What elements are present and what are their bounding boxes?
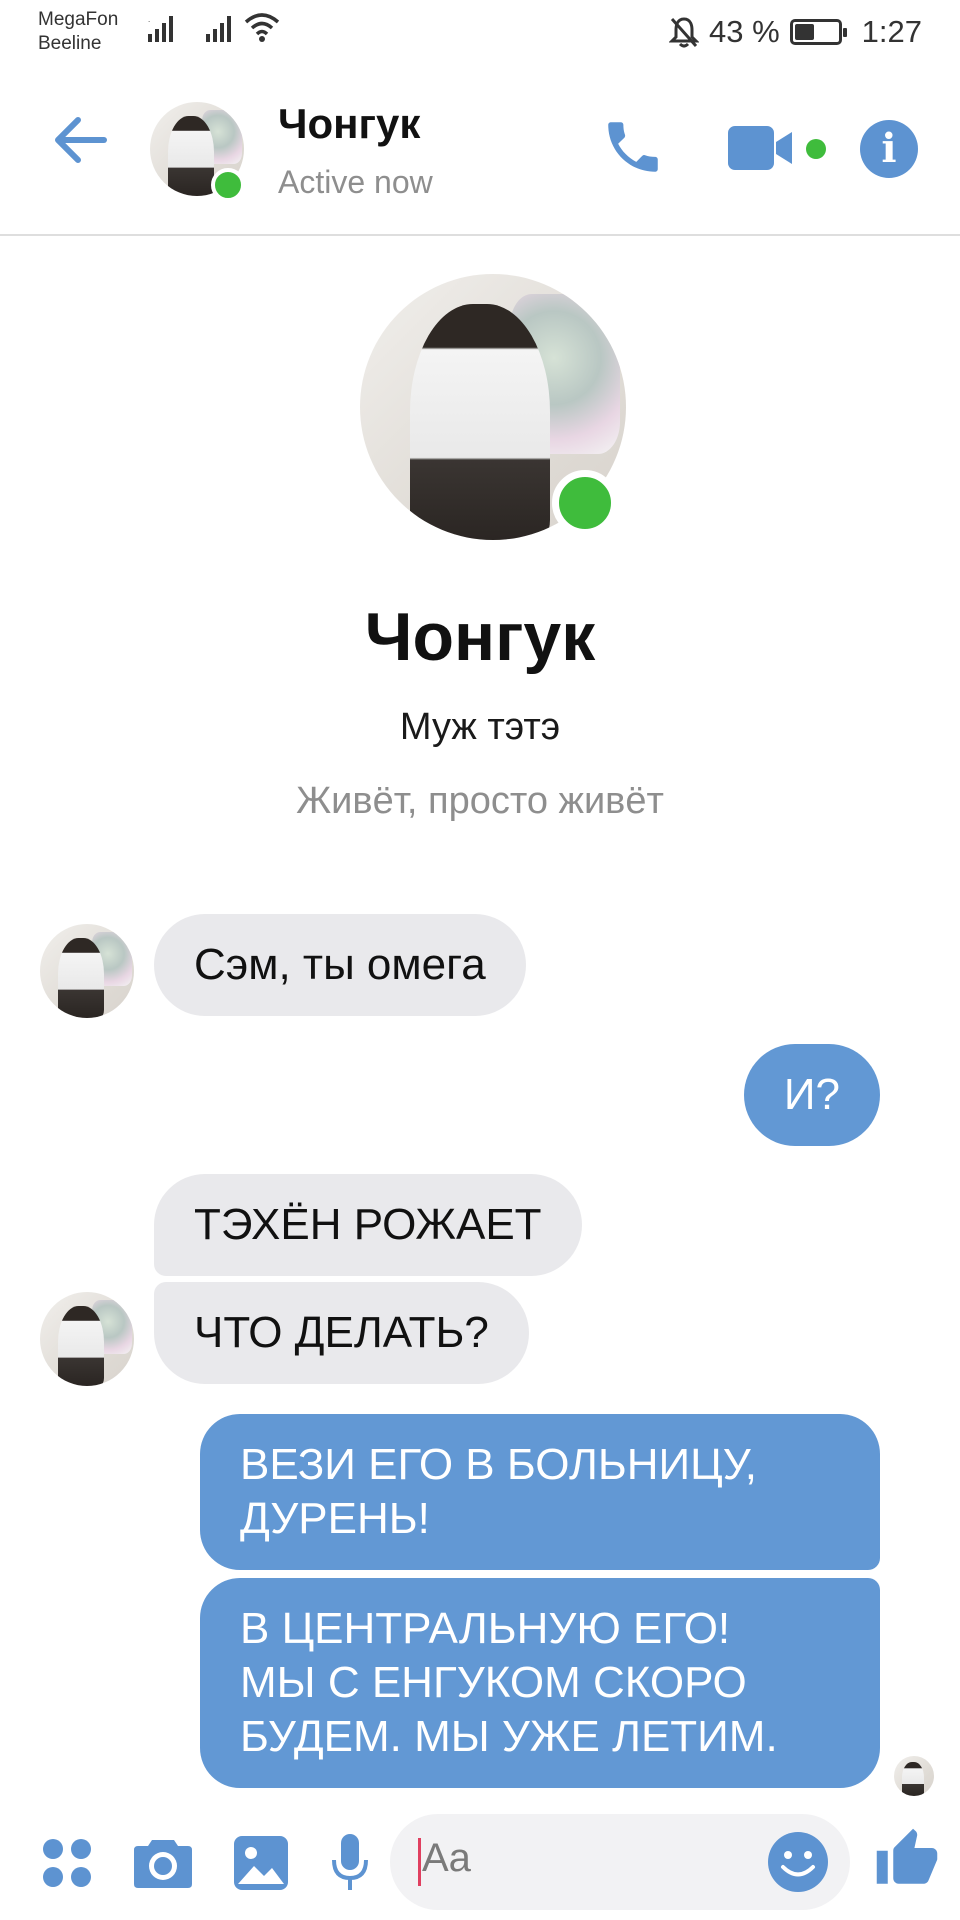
message-text-line: МЫ С ЕНГУКОМ СКОРО <box>240 1658 747 1707</box>
message-text-line: ДУРЕНЬ! <box>240 1494 430 1543</box>
back-arrow-icon[interactable] <box>52 116 108 164</box>
profile-online-indicator <box>552 470 618 536</box>
online-indicator <box>211 168 245 202</box>
signal-icon <box>206 16 231 42</box>
sender-avatar[interactable] <box>40 924 134 1018</box>
profile-about: Живёт, просто живёт <box>296 780 664 822</box>
camera-icon[interactable] <box>132 1836 194 1890</box>
phone-icon[interactable] <box>600 114 666 180</box>
emoji-icon[interactable] <box>766 1830 830 1894</box>
status-right: 43 % 1:27 <box>668 12 922 52</box>
message-text: ЧТО ДЕЛАТЬ? <box>194 1308 489 1357</box>
status-bar: MegaFon Beeline . 43 % 1:27 <box>0 0 960 64</box>
message-composer: Aa <box>0 1806 960 1920</box>
svg-text:.: . <box>148 15 150 24</box>
message-input-placeholder: Aa <box>422 1836 471 1880</box>
message-text-line: В ЦЕНТРАЛЬНУЮ ЕГО! <box>240 1604 731 1653</box>
message-text-line: БУДЕМ. МЫ УЖЕ ЛЕТИМ. <box>240 1712 778 1761</box>
message-bubble-incoming[interactable]: Сэм, ты омега <box>154 914 526 1016</box>
message-text: ТЭХЁН РОЖАЕТ <box>194 1200 542 1249</box>
battery-level <box>794 24 815 40</box>
microphone-icon[interactable] <box>330 1832 370 1894</box>
presence-status: Active now <box>278 164 433 200</box>
carrier-megafon: MegaFon <box>38 9 119 30</box>
message-text: Сэм, ты омега <box>194 940 486 989</box>
message-bubble-incoming[interactable]: ЧТО ДЕЛАТЬ? <box>154 1282 529 1384</box>
video-online-dot <box>806 139 826 159</box>
battery-icon <box>789 19 847 45</box>
carrier-beeline: Beeline <box>38 33 102 54</box>
mute-bell-icon <box>668 17 699 48</box>
carrier-names: MegaFon Beeline <box>38 8 118 56</box>
seen-receipt-avatar <box>894 1756 934 1796</box>
signal-icon: . <box>148 15 173 42</box>
profile-name: Чонгук <box>364 599 596 675</box>
message-bubble-outgoing[interactable]: И? <box>743 1044 880 1146</box>
conversation-header: Чонгук Active now i <box>0 64 960 236</box>
gallery-icon[interactable] <box>232 1834 290 1892</box>
apps-icon[interactable] <box>40 1836 94 1890</box>
message-text-line: ВЕЗИ ЕГО В БОЛЬНИЦУ, <box>240 1440 758 1489</box>
message-bubble-outgoing[interactable]: В ЦЕНТРАЛЬНУЮ ЕГО! МЫ С ЕНГУКОМ СКОРО БУ… <box>200 1578 880 1788</box>
sender-avatar[interactable] <box>40 1292 134 1386</box>
profile-subtitle: Муж тэтэ <box>399 706 561 748</box>
message-bubble-incoming[interactable]: ТЭХЁН РОЖАЕТ <box>154 1174 582 1276</box>
contact-name[interactable]: Чонгук <box>278 100 420 148</box>
message-bubble-outgoing[interactable]: ВЕЗИ ЕГО В БОЛЬНИЦУ, ДУРЕНЬ! <box>200 1414 880 1570</box>
video-camera-icon[interactable] <box>726 120 796 176</box>
wifi-icon <box>244 13 280 42</box>
clock: 1:27 <box>861 14 922 49</box>
text-caret <box>418 1838 421 1886</box>
info-icon[interactable]: i <box>860 120 918 178</box>
message-input[interactable]: Aa <box>390 1814 850 1910</box>
battery-percent: 43 % <box>708 14 780 49</box>
message-text: И? <box>783 1070 840 1119</box>
thumbs-up-icon[interactable] <box>874 1826 940 1892</box>
